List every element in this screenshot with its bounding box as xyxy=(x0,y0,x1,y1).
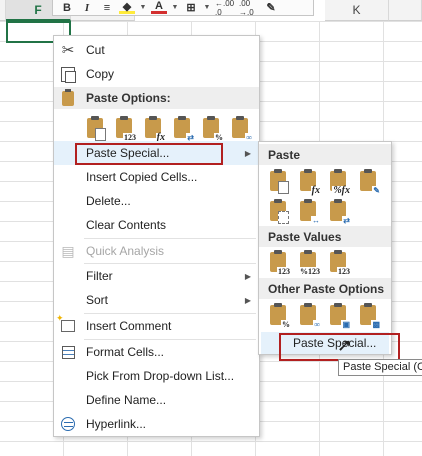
section-label: Paste Options: xyxy=(86,91,171,105)
submenu-header-paste: Paste xyxy=(259,144,391,165)
menu-item-filter[interactable]: Filter ▶ xyxy=(54,264,259,288)
format-cells-icon xyxy=(54,340,82,364)
paste-icon[interactable] xyxy=(84,116,108,142)
chevron-down-icon[interactable]: ▼ xyxy=(139,1,147,15)
menu-item-insert-comment[interactable]: Insert Comment xyxy=(54,313,259,338)
menu-item-label: Hyperlink... xyxy=(86,417,147,431)
menu-item-format-cells[interactable]: Format Cells... xyxy=(54,340,259,364)
menu-item-define-name[interactable]: Define Name... xyxy=(54,388,259,412)
align-icon[interactable]: ≡ xyxy=(99,1,115,15)
paste-row: ↔ ⇄ xyxy=(267,199,351,225)
paste-link-icon[interactable]: ∞ xyxy=(229,116,253,142)
menu-item-hyperlink[interactable]: Hyperlink... xyxy=(54,412,259,436)
menu-item-insert-copied-cells[interactable]: Insert Copied Cells... xyxy=(54,165,259,189)
paste-formulas-number-format-icon[interactable]: %fx xyxy=(327,169,351,196)
menu-item-label: Filter xyxy=(86,269,113,283)
menu-item-label: Quick Analysis xyxy=(86,244,165,258)
copy-icon xyxy=(54,62,82,86)
bold-icon[interactable]: B xyxy=(59,1,75,15)
menu-item-label: Copy xyxy=(86,67,115,81)
menu-item-label: Sort xyxy=(86,293,109,307)
menu-item-label: Cut xyxy=(86,43,105,57)
borders-icon[interactable]: ⊞ xyxy=(183,1,199,15)
italic-icon[interactable]: I xyxy=(79,1,95,15)
menu-item-paste-special[interactable]: Paste Special... ▶ xyxy=(54,141,259,165)
format-painter-icon[interactable]: ✎ xyxy=(263,1,279,15)
paste-options-row: 123 fx ⇄ % ∞ xyxy=(84,116,253,143)
increase-decimal-icon[interactable]: ←.00 .0 xyxy=(215,0,235,17)
font-color-icon[interactable]: A xyxy=(151,0,167,14)
paste-transpose-icon[interactable]: ⇄ xyxy=(327,199,351,225)
paste-values-row: 123 %123 123 xyxy=(267,250,351,276)
menu-item-label: Insert Copied Cells... xyxy=(86,170,198,184)
paste-no-borders-icon[interactable] xyxy=(267,199,291,225)
menu-item-copy[interactable]: Copy xyxy=(54,62,259,86)
paste-link-icon[interactable]: ∞ xyxy=(297,303,321,329)
paste-row: fx %fx ✎ xyxy=(267,169,381,196)
paste-values-icon[interactable]: 123 xyxy=(113,116,137,142)
fill-color-icon[interactable]: ◆ xyxy=(119,1,135,14)
menu-item-delete[interactable]: Delete... xyxy=(54,189,259,213)
column-header[interactable] xyxy=(389,0,422,21)
menu-item-cut[interactable]: ✂ Cut xyxy=(54,38,259,62)
menu-item-clear-contents[interactable]: Clear Contents xyxy=(54,213,259,237)
hyperlink-icon xyxy=(54,412,82,436)
mini-toolbar: B I ≡ ◆ ▼ A ▼ ⊞ ▼ ←.00 .0 .00 →.0 ✎ xyxy=(52,0,314,17)
paste-special-submenu: Paste fx %fx ✎ ↔ ⇄ Paste Values 123 %123… xyxy=(258,141,392,355)
row-header-corner xyxy=(0,0,6,21)
menu-item-pick-from-dropdown[interactable]: Pick From Drop-down List... xyxy=(54,364,259,388)
menu-item-label: Format Cells... xyxy=(86,345,165,359)
paste-icon[interactable] xyxy=(267,169,291,195)
submenu-header-paste-values: Paste Values xyxy=(259,226,391,247)
menu-item-label: Paste Special... xyxy=(293,336,377,350)
submenu-arrow-icon: ▶ xyxy=(244,271,251,281)
decrease-decimal-icon[interactable]: .00 →.0 xyxy=(239,0,259,17)
paste-formatting-icon[interactable]: % xyxy=(267,303,291,329)
paste-values-icon[interactable]: 123 xyxy=(267,250,291,276)
paste-formatting-icon[interactable]: % xyxy=(200,116,224,142)
mouse-cursor-icon: ➚ xyxy=(337,335,353,355)
other-paste-row: % ∞ ▣ ▩ xyxy=(267,303,381,329)
paste-formulas-icon[interactable]: fx xyxy=(142,116,166,143)
menu-item-label: Insert Comment xyxy=(86,319,172,333)
menu-item-quick-analysis: ▤ Quick Analysis xyxy=(54,239,259,263)
submenu-item-paste-special[interactable]: Paste Special... xyxy=(261,332,389,354)
menu-item-label: Delete... xyxy=(86,194,131,208)
menu-item-label: Define Name... xyxy=(86,393,167,407)
submenu-arrow-icon: ▶ xyxy=(244,148,251,158)
paste-keep-source-formatting-icon[interactable]: ✎ xyxy=(357,169,381,195)
submenu-header-other-paste-options: Other Paste Options xyxy=(259,278,391,299)
submenu-arrow-icon: ▶ xyxy=(244,295,251,305)
paste-transpose-icon[interactable]: ⇄ xyxy=(171,116,195,142)
menu-item-label: Clear Contents xyxy=(86,218,167,232)
paste-values-source-format-icon[interactable]: 123 xyxy=(327,250,351,276)
paste-values-number-format-icon[interactable]: %123 xyxy=(297,250,321,276)
paste-formulas-icon[interactable]: fx xyxy=(297,169,321,196)
chevron-down-icon[interactable]: ▼ xyxy=(171,1,179,15)
menu-item-label: Pick From Drop-down List... xyxy=(86,369,235,383)
quick-analysis-icon: ▤ xyxy=(61,242,75,259)
chevron-down-icon[interactable]: ▼ xyxy=(203,1,211,15)
context-menu: ✂ Cut Copy Paste Options: 123 fx ⇄ % ∞ P… xyxy=(53,35,260,437)
paste-options-header: Paste Options: xyxy=(54,87,259,109)
menu-item-label: Paste Special... xyxy=(86,146,170,160)
tooltip: Paste Special (C xyxy=(338,359,422,376)
paste-picture-icon[interactable]: ▣ xyxy=(327,303,351,329)
scissors-icon: ✂ xyxy=(61,42,75,59)
paste-linked-picture-icon[interactable]: ▩ xyxy=(357,303,381,329)
column-header-k[interactable]: K xyxy=(325,0,389,21)
clipboard-icon xyxy=(54,88,82,106)
menu-item-sort[interactable]: Sort ▶ xyxy=(54,288,259,312)
paste-keep-column-widths-icon[interactable]: ↔ xyxy=(297,199,321,225)
new-comment-icon xyxy=(54,313,82,338)
